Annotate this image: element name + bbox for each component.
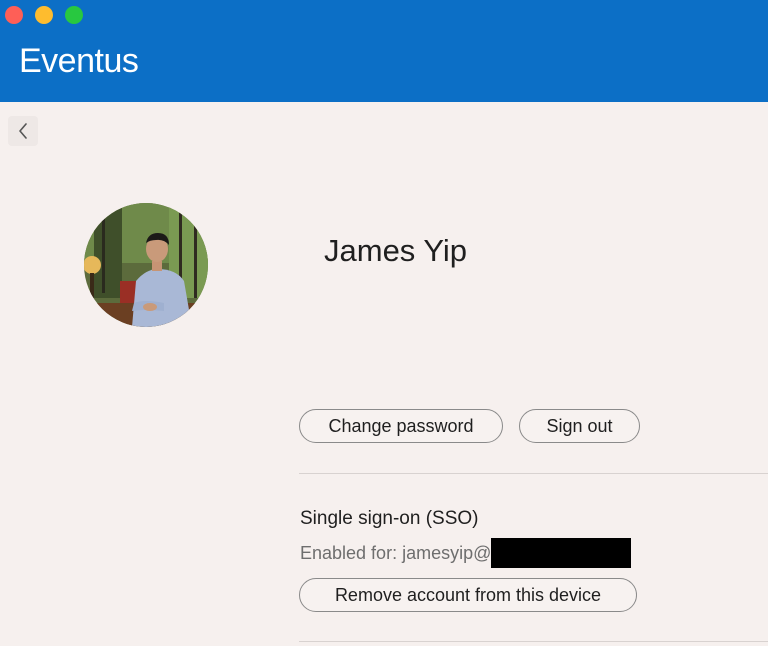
sso-enabled-text: Enabled for: jamesyip@ — [300, 538, 632, 568]
avatar — [84, 203, 208, 327]
title-bar: Eventus — [0, 0, 768, 102]
back-button[interactable] — [8, 116, 38, 146]
change-password-button[interactable]: Change password — [299, 409, 503, 443]
minimize-window-button[interactable] — [35, 6, 53, 24]
maximize-window-button[interactable] — [65, 6, 83, 24]
user-name: James Yip — [324, 233, 468, 268]
section-divider — [299, 641, 768, 642]
redaction-box — [491, 538, 632, 568]
sign-out-button[interactable]: Sign out — [519, 409, 640, 443]
sso-heading: Single sign-on (SSO) — [300, 508, 479, 529]
close-window-button[interactable] — [5, 6, 23, 24]
remove-account-button[interactable]: Remove account from this device — [299, 578, 637, 612]
profile-photo — [84, 203, 208, 327]
app-title: Eventus — [19, 42, 139, 80]
sso-enabled-label: Enabled for: jamesyip@ — [300, 542, 492, 563]
app-window: Eventus James Yip Change password Sign o… — [0, 0, 768, 646]
section-divider — [299, 473, 768, 474]
chevron-left-icon — [19, 123, 27, 139]
